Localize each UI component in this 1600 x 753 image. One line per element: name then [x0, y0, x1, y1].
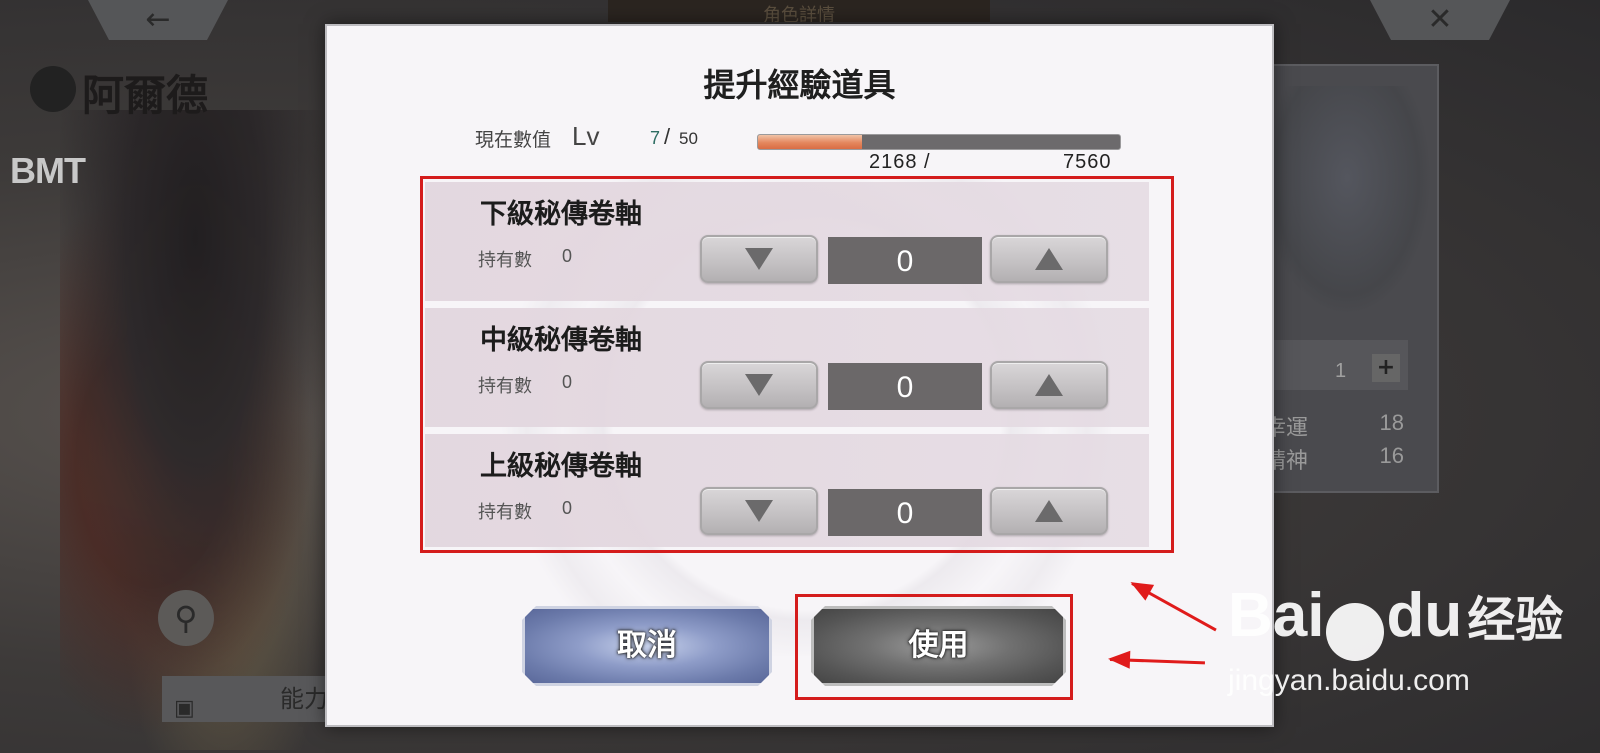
down-triangle-icon — [745, 248, 773, 270]
character-chibi-sprite — [1262, 86, 1432, 316]
quantity-value: 0 — [828, 237, 982, 284]
stat-value: 16 — [1379, 443, 1404, 468]
up-triangle-icon — [1035, 500, 1063, 522]
decrease-button[interactable] — [700, 487, 818, 535]
owned-count: 0 — [562, 498, 573, 518]
cancel-button[interactable]: 取消 — [522, 606, 772, 686]
level-label: Lv — [572, 121, 600, 151]
level-separator: / — [664, 124, 671, 149]
stat-count: 1 — [1335, 360, 1347, 382]
item-row: 上級秘傳卷軸 持有數 0 0 — [425, 434, 1149, 547]
stat-row: 精神 16 — [1258, 443, 1408, 474]
paw-icon — [1326, 602, 1385, 661]
zoom-button[interactable]: ⚲ — [158, 590, 214, 646]
use-button[interactable]: 使用 — [811, 606, 1066, 686]
exp-progress-fill — [758, 135, 862, 149]
increase-button[interactable] — [990, 235, 1108, 283]
increase-button[interactable] — [990, 487, 1108, 535]
current-value-label: 現在數值 — [475, 129, 552, 151]
bmt-logo: BMT — [10, 150, 86, 191]
screen-title: 角色詳情 — [608, 0, 990, 22]
owned-label: 持有數 — [478, 250, 532, 271]
ability-tab[interactable]: ▣ 能力 — [162, 676, 332, 722]
close-button[interactable]: ✕ — [1370, 0, 1510, 40]
down-triangle-icon — [745, 374, 773, 396]
watermark-brand-cn: 经验 — [1467, 592, 1564, 648]
decrease-button[interactable] — [700, 235, 818, 283]
grid-icon: ▣ — [174, 696, 195, 721]
level-current: 7 — [650, 128, 661, 148]
owned-count: 0 — [562, 246, 573, 266]
exp-current: 2168 / — [869, 151, 931, 173]
watermark-url: jingyan.baidu.com — [1228, 664, 1470, 697]
item-row: 中級秘傳卷軸 持有數 0 0 — [425, 308, 1149, 427]
stat-row: 幸運 18 — [1258, 410, 1408, 441]
watermark-brand-left: Bai — [1228, 581, 1325, 650]
up-triangle-icon — [1035, 374, 1063, 396]
character-name: 阿爾德 — [82, 71, 209, 120]
item-name: 上級秘傳卷軸 — [480, 451, 642, 482]
close-icon: ✕ — [1427, 2, 1453, 37]
up-triangle-icon — [1035, 248, 1063, 270]
ability-tab-label: 能力 — [280, 685, 328, 713]
exp-progress-bar — [757, 134, 1121, 150]
quantity-value: 0 — [828, 489, 982, 536]
back-button[interactable]: ← — [88, 0, 228, 40]
down-triangle-icon — [745, 500, 773, 522]
owned-count: 0 — [562, 372, 573, 392]
character-emblem-icon — [30, 66, 76, 112]
quantity-value: 0 — [828, 363, 982, 410]
owned-label: 持有數 — [478, 376, 532, 397]
stat-value: 18 — [1379, 410, 1404, 435]
exp-item-dialog: 提升經驗道具 現在數值 Lv 7 / 50 2168 / 7560 下級秘傳卷軸… — [325, 24, 1274, 727]
dialog-title: 提升經驗道具 — [703, 66, 896, 104]
level-max: 50 — [679, 129, 698, 148]
item-name: 下級秘傳卷軸 — [480, 199, 642, 230]
increase-button[interactable] — [990, 361, 1108, 409]
item-name: 中級秘傳卷軸 — [480, 325, 642, 356]
watermark-brand-right: du — [1386, 581, 1463, 650]
plus-icon[interactable]: + — [1372, 354, 1400, 382]
owned-label: 持有數 — [478, 502, 532, 523]
magnifier-icon: ⚲ — [174, 599, 198, 637]
character-artwork — [60, 110, 360, 750]
item-row: 下級秘傳卷軸 持有數 0 0 — [425, 182, 1149, 301]
decrease-button[interactable] — [700, 361, 818, 409]
baidu-watermark: Bai du 经验 jingyan.baidu.com — [1228, 580, 1564, 697]
back-arrow-icon: ← — [145, 2, 171, 37]
exp-max: 7560 — [1063, 151, 1112, 173]
